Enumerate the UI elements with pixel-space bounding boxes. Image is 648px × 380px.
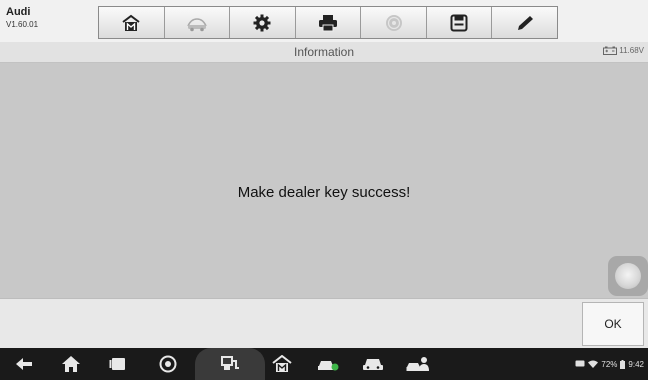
vehicle-scan-button[interactable] (310, 348, 346, 380)
maxisys-home-icon (272, 355, 292, 372)
gear-icon (253, 14, 271, 31)
car-battery-icon (603, 46, 618, 55)
home-nav-button[interactable] (53, 348, 89, 380)
vehicle-swap-button[interactable] (165, 7, 231, 38)
vehicle-make: Audi (6, 6, 31, 18)
help-icon (385, 14, 402, 31)
car-scan-icon (318, 361, 339, 371)
car-icon (363, 359, 383, 370)
help-button[interactable] (361, 7, 427, 38)
back-button[interactable] (6, 348, 42, 380)
battery-voltage: 11.68V (619, 46, 644, 55)
toolbar (98, 6, 558, 39)
result-message: Make dealer key success! (237, 184, 411, 201)
page-title: Information (293, 45, 355, 59)
browser-button[interactable] (150, 348, 186, 380)
recent-apps-icon (109, 358, 125, 370)
vehicle-swap-icon (187, 17, 207, 31)
wifi-icon (588, 360, 599, 368)
battery-percent: 72% (601, 359, 618, 369)
browser-icon (159, 355, 177, 373)
print-button[interactable] (296, 7, 362, 38)
home-button[interactable] (99, 7, 165, 38)
save-button[interactable] (427, 7, 493, 38)
vci-connector-icon (221, 356, 239, 370)
home-icon (122, 14, 140, 31)
back-arrow-icon (16, 358, 32, 370)
system-nav-bar (0, 348, 648, 380)
message-panel (0, 63, 648, 298)
message-icon (575, 360, 585, 367)
battery-voltage-indicator: 11.68V (603, 46, 644, 55)
vehicle-button[interactable] (355, 348, 391, 380)
printer-icon (319, 14, 338, 31)
car-technician-icon (406, 357, 429, 371)
settings-button[interactable] (230, 7, 296, 38)
assistive-touch-button[interactable] (608, 256, 648, 296)
battery-icon (620, 359, 626, 369)
pen-icon (517, 15, 533, 30)
action-bar (0, 298, 648, 349)
system-status: 72% 9:42 (575, 348, 644, 380)
software-version: V1.60.01 (6, 20, 39, 29)
vci-connect-button[interactable] (195, 348, 265, 380)
home-icon (62, 356, 80, 372)
diagnostics-home-button[interactable] (264, 348, 300, 380)
ok-button[interactable]: OK (582, 302, 644, 346)
save-icon (450, 14, 468, 31)
clock: 9:42 (628, 359, 644, 369)
remote-support-button[interactable] (400, 348, 436, 380)
edit-button[interactable] (492, 7, 557, 38)
recent-apps-button[interactable] (100, 348, 136, 380)
